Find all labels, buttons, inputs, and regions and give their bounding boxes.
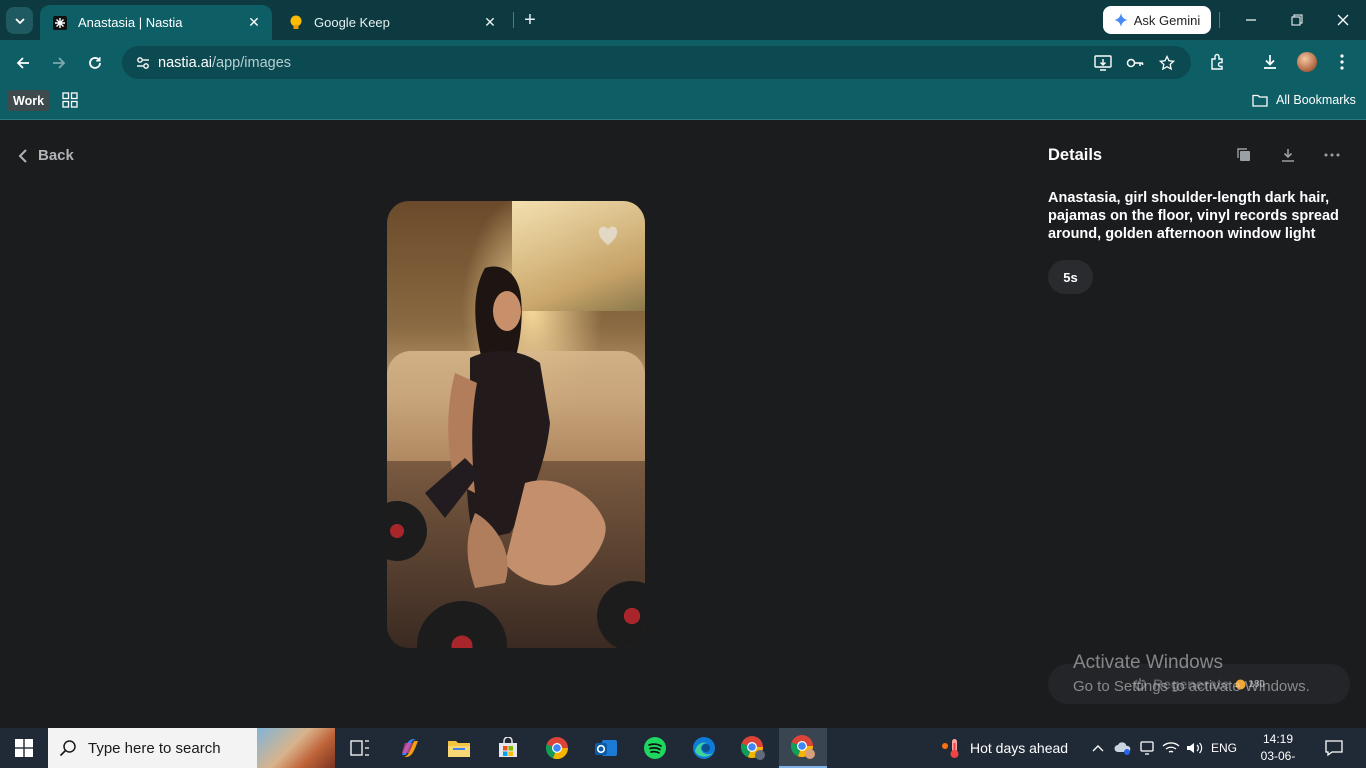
key-icon[interactable] xyxy=(1126,54,1144,72)
chrome-profile-icon[interactable] xyxy=(729,728,777,768)
minimize-icon xyxy=(1246,19,1256,21)
file-explorer-icon[interactable] xyxy=(435,728,483,768)
extensions-icon[interactable] xyxy=(1206,50,1230,74)
regenerate-label: Regenerate xyxy=(1153,676,1230,692)
clock-date: 03-06-2026 xyxy=(1260,749,1296,768)
minimize-button[interactable] xyxy=(1228,0,1274,40)
close-tab-icon[interactable]: ✕ xyxy=(478,11,502,35)
url-path: /app/images xyxy=(212,54,292,71)
close-tab-icon[interactable]: ✕ xyxy=(242,11,266,35)
search-icon xyxy=(48,739,88,757)
back-button[interactable]: Back xyxy=(18,147,74,164)
close-window-button[interactable] xyxy=(1320,0,1366,40)
apps-grid-icon[interactable] xyxy=(62,92,78,108)
task-view-icon[interactable] xyxy=(336,728,384,768)
more-options-icon[interactable] xyxy=(1323,146,1341,164)
bookmarks-bar: Work All Bookmarks xyxy=(0,85,1366,120)
bookmark-star-icon[interactable] xyxy=(1158,54,1176,72)
address-bar[interactable]: nastia.ai/app/images xyxy=(122,46,1191,79)
copy-icon[interactable] xyxy=(1235,146,1253,164)
search-highlight-image xyxy=(257,728,335,768)
notifications-icon[interactable] xyxy=(1320,728,1348,768)
cost-value: 180 xyxy=(1248,678,1265,690)
tab-search-button[interactable] xyxy=(6,7,33,34)
generated-image[interactable] xyxy=(387,201,645,648)
tab-google-keep[interactable]: Google Keep ✕ xyxy=(276,5,508,40)
nastia-favicon-icon xyxy=(52,15,68,31)
wifi-icon[interactable] xyxy=(1160,728,1182,768)
restore-button[interactable] xyxy=(1274,0,1320,40)
heart-icon[interactable] xyxy=(597,225,619,247)
chrome-icon[interactable] xyxy=(533,728,581,768)
download-icon[interactable] xyxy=(1279,146,1297,164)
details-title: Details xyxy=(1048,146,1103,164)
downloads-icon[interactable] xyxy=(1258,50,1282,74)
tab-title: Anastasia | Nastia xyxy=(78,15,183,30)
weather-widget[interactable]: Hot days ahead xyxy=(940,728,1068,768)
thermometer-icon xyxy=(942,739,959,758)
gemini-divider xyxy=(1219,12,1220,28)
windows-logo-icon xyxy=(15,739,33,757)
url-text: nastia.ai/app/images xyxy=(158,55,291,71)
lightbulb-icon xyxy=(288,15,304,31)
image-figure xyxy=(425,266,606,588)
browser-toolbar: nastia.ai/app/images xyxy=(0,40,1366,85)
all-bookmarks-label: All Bookmarks xyxy=(1276,93,1356,107)
search-placeholder: Type here to search xyxy=(88,739,221,757)
language-indicator[interactable]: ENG xyxy=(1208,728,1240,768)
profile-avatar[interactable] xyxy=(1297,52,1317,72)
tab-nastia[interactable]: Anastasia | Nastia ✕ xyxy=(40,5,272,40)
more-menu-icon[interactable] xyxy=(1330,50,1354,74)
reload-icon xyxy=(89,57,101,69)
chevron-left-icon xyxy=(18,148,27,163)
windows-taskbar: Type here to search Hot days ahead ENG 1… xyxy=(0,728,1366,768)
reload-button[interactable] xyxy=(81,49,109,77)
taskbar-search[interactable]: Type here to search xyxy=(48,728,335,768)
all-bookmarks-button[interactable]: All Bookmarks xyxy=(1252,93,1356,107)
url-host: nastia.ai xyxy=(158,54,213,71)
gemini-sparkle-icon xyxy=(1113,13,1128,27)
edge-icon[interactable] xyxy=(680,728,728,768)
restore-icon xyxy=(1291,14,1303,26)
screen: Anastasia | Nastia ✕ Google Keep ✕ + Ask… xyxy=(0,0,1366,768)
onedrive-status-icon[interactable] xyxy=(1112,728,1134,768)
outlook-icon[interactable] xyxy=(582,728,630,768)
copilot-icon[interactable] xyxy=(386,728,434,768)
device-icon[interactable] xyxy=(1136,728,1158,768)
forward-nav-button[interactable] xyxy=(45,49,73,77)
ask-gemini-button[interactable]: Ask Gemini xyxy=(1103,6,1211,34)
tab-divider xyxy=(513,12,514,28)
back-nav-button[interactable] xyxy=(9,49,37,77)
tab-strip: Anastasia | Nastia ✕ Google Keep ✕ + Ask… xyxy=(0,0,1366,40)
site-settings-icon[interactable] xyxy=(128,55,158,71)
new-tab-button[interactable]: + xyxy=(518,8,542,32)
power-icon xyxy=(1134,678,1146,691)
volume-icon[interactable] xyxy=(1184,728,1206,768)
regenerate-button[interactable]: Regenerate 180 xyxy=(1048,664,1350,704)
spotify-icon[interactable] xyxy=(631,728,679,768)
tab-title: Google Keep xyxy=(314,15,390,30)
back-label: Back xyxy=(38,147,74,164)
ask-gemini-label: Ask Gemini xyxy=(1133,12,1201,28)
close-icon xyxy=(1337,14,1349,26)
image-prompt: Anastasia, girl shoulder-length dark hai… xyxy=(1048,190,1339,242)
arrow-right-icon xyxy=(53,57,66,69)
arrow-left-icon xyxy=(16,57,29,69)
system-clock[interactable]: 14:19 03-06-2026 xyxy=(1250,731,1306,768)
show-hidden-icons-button[interactable] xyxy=(1088,728,1108,768)
folder-icon xyxy=(1252,94,1268,107)
microsoft-store-icon[interactable] xyxy=(484,728,532,768)
chrome-active-window-icon[interactable] xyxy=(779,728,827,768)
regenerate-cost: 180 xyxy=(1235,679,1265,690)
coin-icon xyxy=(1235,679,1246,689)
chevron-up-icon xyxy=(1092,745,1104,752)
duration-chip[interactable]: 5s xyxy=(1048,260,1093,294)
start-button[interactable] xyxy=(0,728,48,768)
clock-time: 14:19 xyxy=(1262,732,1294,746)
install-app-icon[interactable] xyxy=(1094,54,1112,72)
image-detail-page: Back Details Anastasia, girl shoulder-le… xyxy=(0,121,1366,728)
bookmark-work[interactable]: Work xyxy=(7,90,51,111)
weather-text: Hot days ahead xyxy=(970,740,1069,756)
chevron-down-icon xyxy=(14,17,25,24)
